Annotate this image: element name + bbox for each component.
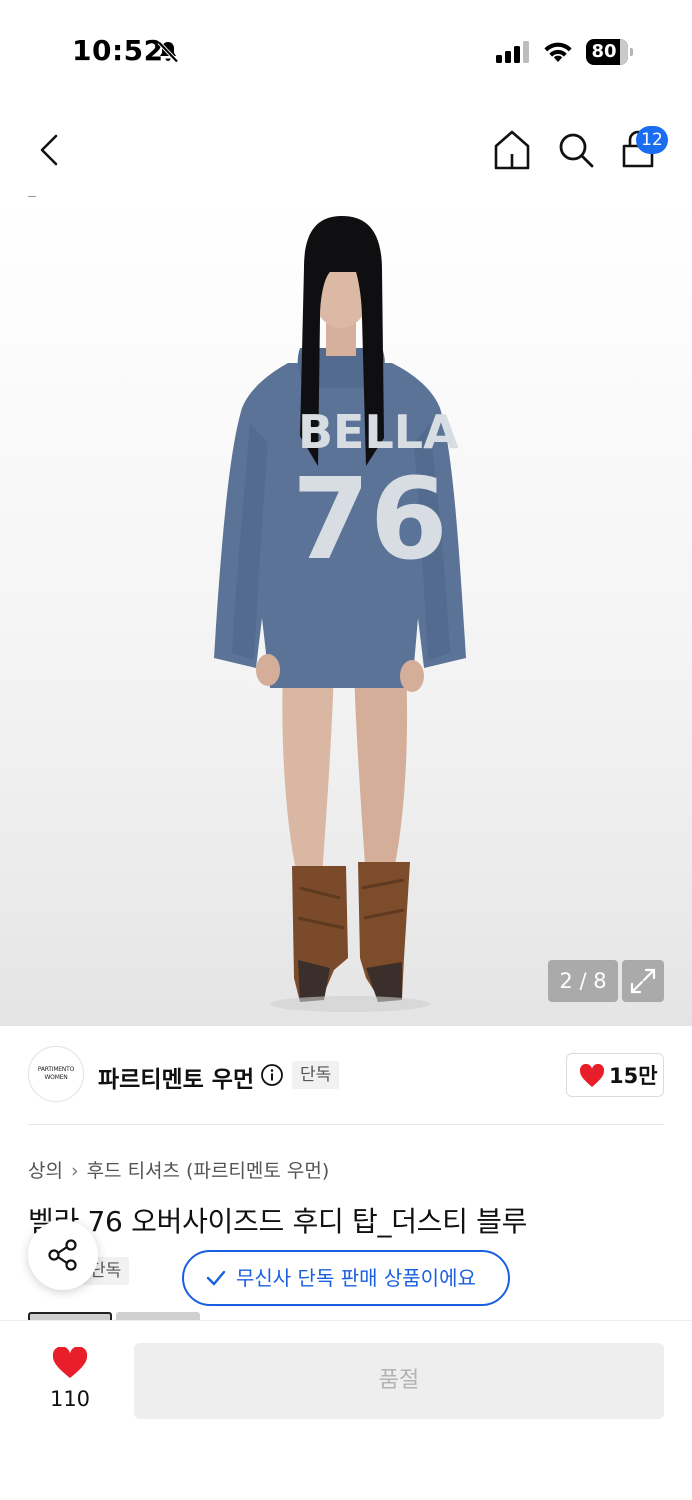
bottom-action-bar: 110 품절 xyxy=(0,1320,692,1500)
chevron-right-icon: › xyxy=(70,1160,79,1182)
battery-level: 80 xyxy=(591,41,617,62)
breadcrumb-subcategory[interactable]: 후드 티셔츠 (파르티멘토 우먼) xyxy=(87,1160,330,1182)
cellular-signal-icon xyxy=(496,41,529,63)
cart-button[interactable]: 12 xyxy=(618,126,672,174)
exclusive-toast: 무신사 단독 판매 상품이에요 xyxy=(182,1250,510,1306)
svg-text:76: 76 xyxy=(292,455,448,585)
brand-like-count: 15만 xyxy=(609,1064,658,1088)
search-icon[interactable] xyxy=(556,128,596,172)
info-icon[interactable] xyxy=(260,1063,284,1087)
cart-count-badge: 12 xyxy=(636,126,668,154)
status-bar: 10:52 80 xyxy=(0,0,692,100)
product-photo: BELLA 76 xyxy=(214,216,466,1012)
exclusive-badge: 단독 xyxy=(292,1061,340,1089)
expand-icon xyxy=(630,968,656,994)
share-button[interactable] xyxy=(28,1220,98,1290)
heart-filled-icon xyxy=(52,1347,88,1378)
battery-indicator: 80 xyxy=(586,39,634,65)
toast-message: 무신사 단독 판매 상품이에요 xyxy=(236,1266,476,1290)
breadcrumb: 상의 › 후드 티셔츠 (파르티멘토 우먼) xyxy=(28,1156,329,1183)
wishlist-count: 110 xyxy=(49,1387,91,1411)
brand-logo[interactable]: PARTIMENTO WOMEN xyxy=(28,1046,84,1102)
brand-like-button[interactable]: 15만 xyxy=(566,1053,664,1097)
share-icon xyxy=(48,1239,77,1271)
bell-muted-icon xyxy=(157,41,179,63)
gallery-page-indicator: 2 / 8 xyxy=(548,960,618,1002)
divider-mark xyxy=(28,196,36,197)
breadcrumb-category[interactable]: 상의 xyxy=(28,1160,63,1182)
brand-logo-line1: PARTIMENTO xyxy=(37,1066,75,1073)
back-arrow-icon[interactable] xyxy=(30,128,70,172)
svg-text:BELLA: BELLA xyxy=(298,405,459,459)
wifi-icon xyxy=(544,42,572,62)
wishlist-button[interactable]: 110 xyxy=(36,1347,104,1417)
home-icon[interactable] xyxy=(492,128,532,172)
product-title: 벨라 76 오버사이즈드 후디 탑_더스티 블루 xyxy=(28,1205,528,1238)
status-time: 10:52 xyxy=(72,34,164,67)
brand-name[interactable]: 파르티멘토 우먼 xyxy=(98,1060,254,1094)
product-image-gallery[interactable]: BELLA 76 2 / 8 xyxy=(0,198,692,1026)
expand-image-button[interactable] xyxy=(622,960,664,1002)
section-divider xyxy=(28,1124,664,1125)
check-icon xyxy=(206,1270,226,1286)
brand-logo-line2: WOMEN xyxy=(44,1074,68,1081)
heart-icon xyxy=(579,1064,605,1087)
soldout-button[interactable]: 품절 xyxy=(134,1343,664,1419)
